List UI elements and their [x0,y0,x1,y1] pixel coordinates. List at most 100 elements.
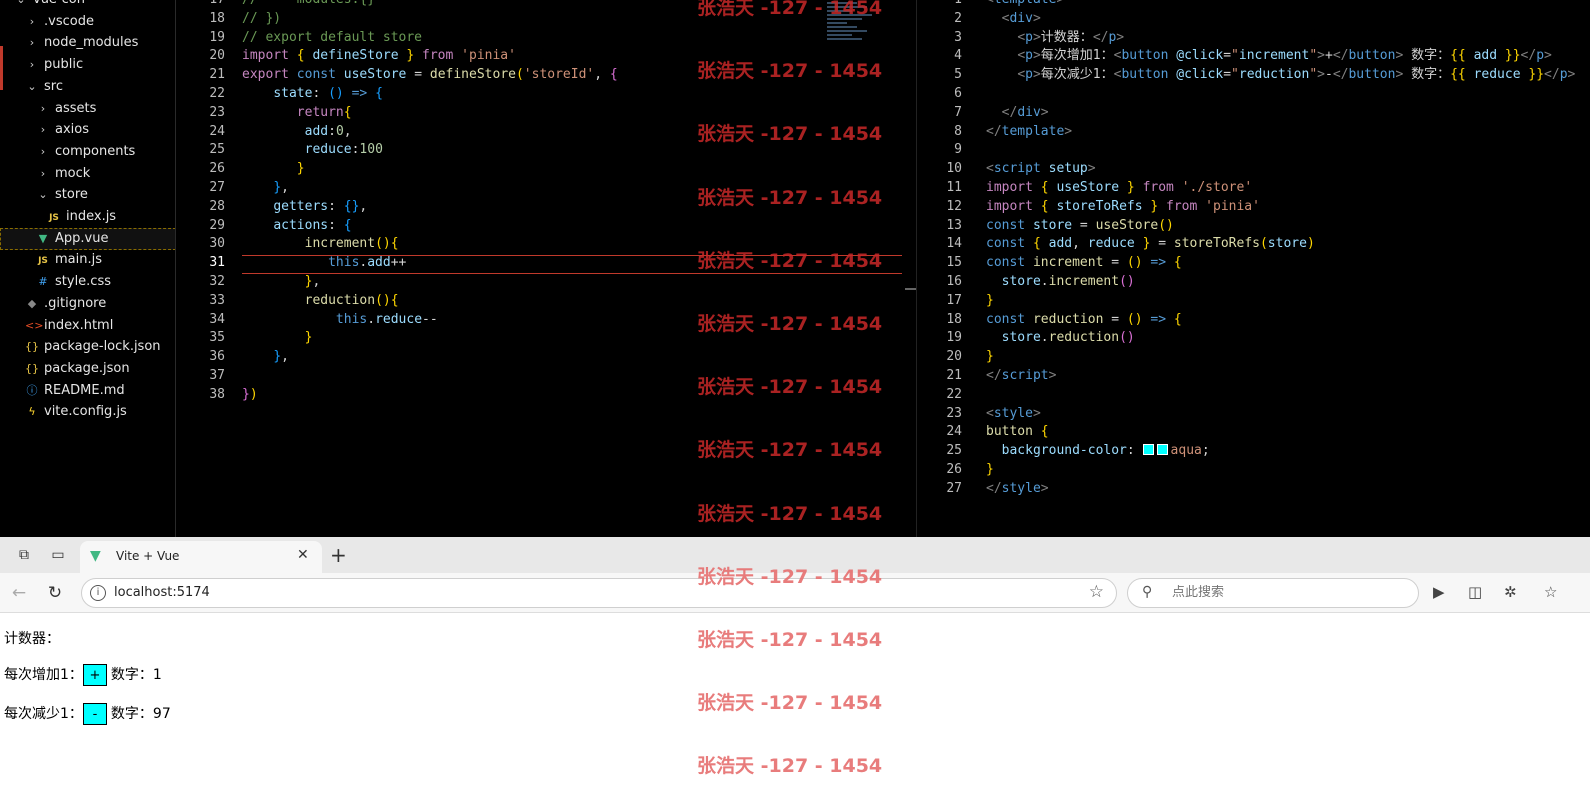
search-box[interactable]: ⚲ [1127,578,1419,608]
line-number: 1 [930,0,962,9]
tree-item--vscode[interactable]: › .vscode [0,11,175,33]
line-number: 19 [946,330,962,346]
chevron-down-icon: ⌄ [38,188,48,202]
vite-file-icon: ϟ [28,405,36,419]
counter-title: 计数器： [4,631,60,647]
line-number: 10 [946,161,962,177]
line-number: 9 [954,142,962,158]
tree-item-label: README.md [44,382,125,398]
chevron-right-icon: › [29,36,35,50]
play-icon[interactable]: ▶ [1433,583,1445,601]
chevron-right-icon: › [40,144,46,158]
line-number: 16 [946,274,962,289]
tree-item-index-js[interactable]: JS index.js [0,206,175,228]
tab-actions-icon[interactable]: ▭ [48,545,68,565]
tree-item-vue-con[interactable]: ⌄ vue-con [0,0,175,11]
code-text: <style> [986,405,1041,421]
games-icon[interactable]: ◫ [1468,583,1482,601]
tree-item-index-html[interactable]: <>index.html [0,315,175,337]
line-number: 36 [209,349,225,365]
line-number: 26 [946,462,962,477]
tree-item-label: mock [55,165,91,181]
tree-item--gitignore[interactable]: ◆ .gitignore [0,293,175,315]
tree-item-components[interactable]: › components [0,141,175,163]
line-number: 11 [946,180,962,195]
minimap[interactable] [827,0,887,60]
scrollbar[interactable] [905,288,916,290]
new-tab-button[interactable]: + [330,543,347,567]
tab-bar: ⧉ ▭ ▼ Vite + Vue ✕ + [0,537,1590,573]
code-text: import { defineStore } from 'pinia' [242,48,516,64]
tree-item-label: components [55,143,136,159]
reduction-button[interactable]: - [82,703,107,725]
code-text: } [986,292,994,308]
tree-item-label: store [55,187,88,203]
tree-item-public[interactable]: › public [0,54,175,76]
code-text: reduction(){ [304,292,399,308]
navigation-bar: ← ↻ i localhost:5174 ☆ ⚲ ▶ ◫ ✲ ☆ [0,573,1590,613]
code-text: return{ [296,104,352,120]
tree-item-label: App.vue [55,230,109,246]
tree-item-label: .vscode [44,13,94,29]
tree-item-mock[interactable]: › mock [0,163,175,185]
close-tab-icon[interactable]: ✕ [297,547,309,563]
tree-item-package-lock-json[interactable]: {} package-lock.json [0,336,175,358]
tree-item-label: src [44,78,63,94]
increment-button[interactable]: + [82,664,107,686]
tree-item-src[interactable]: ⌄ src [0,76,175,98]
line-number: 34 [209,311,225,327]
extensions-icon[interactable]: ✲ [1504,583,1517,601]
collections-icon[interactable]: ⧉ [14,545,34,565]
reduce-value-label: 数字： [110,706,153,722]
code-text: getters: {}, [273,198,368,214]
tree-item-readme-md[interactable]: ⓘ README.md [0,380,175,402]
tree-item-style-css[interactable]: # style.css [0,271,175,293]
favorite-star-icon[interactable]: ☆ [1089,582,1104,602]
code-text: const store = useStore() [986,217,1174,233]
reduce-label: 每次减少1： [4,706,83,722]
line-number: 8 [954,123,962,139]
chevron-right-icon: › [40,101,46,115]
editor-app-vue[interactable]: 1 <template> 2 <div> 3 <p>计数器：</p> 4 <p>每次增加… [930,0,1590,537]
line-number: 35 [209,330,225,346]
tree-item-package-json[interactable]: {} package.json [0,358,175,380]
tree-item-label: index.js [66,209,117,224]
add-value: 1 [152,667,162,683]
code-text: const { add, reduce } = storeToRefs(stor… [986,236,1315,252]
code-text: const reduction = () => { [986,311,1182,327]
favorites-icon[interactable]: ☆ [1544,583,1557,601]
code-text: add:0, [304,123,352,139]
tree-item-app-vue[interactable]: ▼ App.vue [0,227,175,250]
code-text: } [986,462,994,477]
line-number: 15 [946,255,962,271]
code-text: store.reduction() [1001,330,1135,346]
tab-vite-vue[interactable]: ▼ Vite + Vue ✕ [80,541,322,573]
code-text: }, [304,274,321,289]
reload-button[interactable]: ↻ [44,582,66,604]
search-input[interactable] [1172,585,1402,600]
tree-item-store[interactable]: ⌄ store [0,184,175,206]
line-number: 21 [946,368,962,383]
json-file-icon: {} [25,361,39,375]
address-bar[interactable]: i localhost:5174 ☆ [81,578,1117,608]
site-info-icon[interactable]: i [90,585,106,601]
line-number: 4 [954,48,962,64]
code-text: import { useStore } from './store' [986,180,1253,195]
code-text: import { storeToRefs } from 'pinia' [986,198,1260,214]
back-button[interactable]: ← [8,582,30,604]
tree-item-axios[interactable]: › axios [0,119,175,141]
chevron-right-icon: › [29,14,35,28]
code-text: }, [273,349,289,365]
tree-item-assets[interactable]: › assets [0,98,175,120]
tree-item-node-modules[interactable]: › node_modules [0,32,175,54]
code-text: </script> [986,368,1057,383]
line-number: 5 [954,67,962,83]
tree-item-vite-config-js[interactable]: ϟ vite.config.js [0,401,175,423]
reduce-row: 每次减少1： - 数字：97 [4,703,171,725]
line-number: 22 [209,86,225,101]
tree-item-main-js[interactable]: JS main.js [0,249,175,271]
url-text: localhost:5174 [114,585,210,600]
editor-store-index-js[interactable]: 17 // modules:{} 18 // }) 19 // export defaul… [177,0,917,537]
line-number: 23 [209,104,225,120]
code-text: export const useStore = defineStore('sto… [242,67,618,83]
